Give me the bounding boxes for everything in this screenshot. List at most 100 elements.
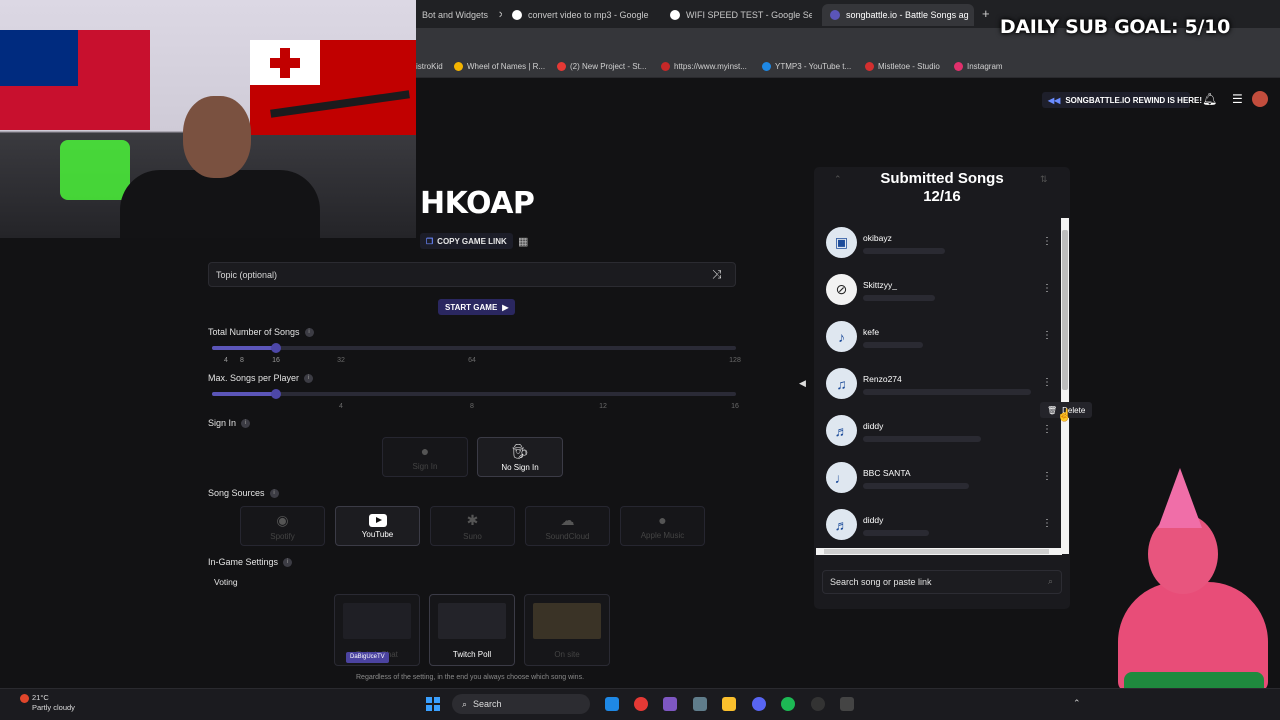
browser-tab[interactable]: Bot and Widgets ✕ [414,4,502,26]
on-site-option[interactable]: On site [524,594,610,666]
apple-music-source[interactable]: ● Apple Music [620,506,705,546]
more-options-icon[interactable]: ⋮ [1042,518,1052,529]
copy-game-link-button[interactable]: ❐ COPY GAME LINK [420,233,513,249]
song-sources-label: Song Sources i [208,488,279,499]
browser-tab[interactable]: convert video to mp3 - Google✕ [504,4,656,26]
song-search-input[interactable]: Search song or paste link ⌕ [822,570,1062,594]
more-options-icon[interactable]: ⋮ [1042,424,1052,435]
total-songs-slider[interactable] [212,343,736,353]
suno-source[interactable]: ✱ Suno [430,506,515,546]
bookmark[interactable]: Mistletoe - Studio [865,62,940,71]
spotify-icon[interactable] [781,697,795,711]
browser-tab[interactable]: WIFI SPEED TEST - Google Se✕ [662,4,812,26]
sign-in-option[interactable]: ● Sign In [382,437,468,477]
weather-icon [20,693,29,703]
shuffle-icon[interactable]: ⤨ [712,267,722,282]
mistletoe-icon [865,62,874,71]
tick-label: 4 [224,357,228,364]
list-item[interactable]: ♬ diddy ⋮ [818,502,1060,546]
player-name: Skittzyy_ [863,280,898,290]
folder-icon[interactable] [722,697,736,711]
no-sign-in-option[interactable]: 🕵︎ No Sign In [477,437,563,477]
search-icon[interactable]: ⌕ [1048,576,1053,587]
bell-icon[interactable]: 🔔︎ [1202,92,1217,106]
more-options-icon[interactable]: ⋮ [1042,236,1052,247]
app-icon[interactable] [840,697,854,711]
bookmark[interactable]: Instagram [954,62,1003,71]
info-icon[interactable]: i [283,558,293,568]
slider-thumb[interactable] [271,343,281,353]
tick-label: 8 [470,403,474,410]
list-item[interactable]: ⊘ Skittzyy_ ⋮ [818,267,1060,311]
spotify-source[interactable]: ◉ Spotify [240,506,325,546]
bookmark[interactable]: Wheel of Names | R... [454,62,545,71]
bookmark-label: (2) New Project - St... [570,62,647,71]
headphones-icon: ♬ [826,415,857,446]
tab-label: songbattle.io - Battle Songs ag [846,10,969,20]
topic-input[interactable]: Topic (optional) [208,262,736,287]
bookmark[interactable]: YTMP3 - YouTube t... [762,62,851,71]
max-songs-slider[interactable] [212,389,736,399]
tick-label: 4 [339,403,343,410]
hamburger-icon[interactable]: ☰ [1232,92,1243,106]
google-icon [670,10,680,20]
tick-label: 16 [272,357,280,364]
info-icon[interactable]: i [304,328,314,338]
browser-tab-active[interactable]: songbattle.io - Battle Songs ag✕ [822,4,974,26]
weather-widget[interactable]: 21°C Partly cloudy [20,693,75,713]
tick-label: 32 [337,357,345,364]
apple-icon: ● [658,512,667,528]
obs-icon[interactable] [811,697,825,711]
twitch-poll-option[interactable]: Twitch Poll [429,594,515,666]
info-icon[interactable]: i [241,419,251,429]
qr-code-icon[interactable]: ▦ [518,235,528,248]
settings-icon[interactable] [693,697,707,711]
webcam-overlay-right [1108,462,1280,720]
scrollbar-thumb[interactable] [1062,230,1068,390]
option-label: Apple Music [640,531,685,540]
more-options-icon[interactable]: ⋮ [1042,330,1052,341]
list-item[interactable]: ♫ Renzo274 ⋮ [818,361,1060,405]
edge-icon[interactable] [605,697,619,711]
more-options-icon[interactable]: ⋮ [1042,377,1052,388]
horizontal-scrollbar[interactable] [816,548,1062,555]
rewind-button[interactable]: ◀◀ SONGBATTLE.IO REWIND IS HERE! [1042,92,1202,108]
plus-icon[interactable]: + [982,6,990,21]
collapse-arrow-icon[interactable]: ◀ [799,378,806,389]
chrome-icon[interactable] [634,697,648,711]
copy-icon: ❐ [426,236,434,246]
topic-placeholder: Topic (optional) [216,269,278,280]
youtube-source[interactable]: YouTube [335,506,420,546]
in-game-settings-label: In-Game Settings i [208,557,293,568]
slider-fill [212,346,276,350]
more-options-icon[interactable]: ⋮ [1042,283,1052,294]
list-item[interactable]: ♪ kefe ⋮ [818,314,1060,358]
chevron-up-icon[interactable]: ⌃ [1073,698,1081,709]
slider-thumb[interactable] [271,389,281,399]
bookmark[interactable]: (2) New Project - St... [557,62,646,71]
option-label: SoundCloud [545,531,590,541]
taskbar-search[interactable]: ⌕ Search [452,694,590,714]
info-icon[interactable]: i [304,374,314,384]
close-icon[interactable]: ✕ [498,10,502,21]
soundcloud-source[interactable]: ☁ SoundCloud [525,506,610,546]
incognito-icon: 🕵︎ [511,442,529,459]
windows-start-icon[interactable] [426,697,440,711]
scrollbar-thumb[interactable] [824,549,1049,554]
chat-preview [343,603,411,639]
info-icon[interactable]: i [269,489,279,499]
list-item[interactable]: ▣ okibayz ⋮ [818,220,1060,264]
bookmark[interactable]: istroKid [416,62,443,71]
discord-icon[interactable] [752,697,766,711]
avatar[interactable] [1252,91,1268,107]
bookmark[interactable]: https://www.myinst... [661,62,747,71]
start-label: START GAME [445,302,498,312]
list-item[interactable]: ♩ BBC SANTA ⋮ [818,455,1060,499]
vertical-scrollbar[interactable] [1061,218,1069,554]
webcam-overlay-left [0,0,416,238]
total-songs-text: Total Number of Songs [208,327,300,337]
more-options-icon[interactable]: ⋮ [1042,471,1052,482]
copilot-icon[interactable] [663,697,677,711]
start-game-button[interactable]: START GAME ▶ [438,299,516,315]
list-item[interactable]: ♬ diddy ⋮ [818,408,1060,452]
